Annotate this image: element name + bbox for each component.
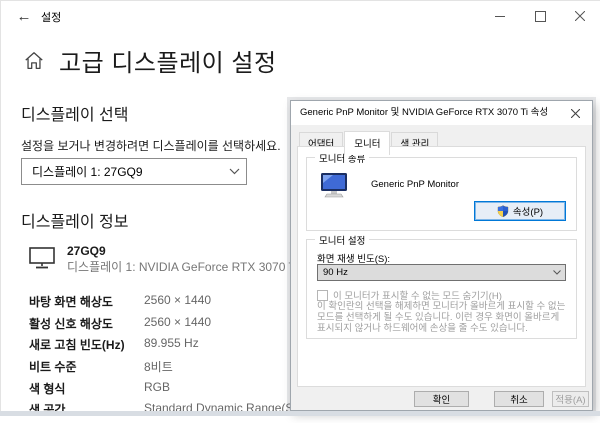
- ok-button[interactable]: 확인: [414, 391, 469, 407]
- minimize-button[interactable]: [480, 1, 520, 31]
- monitor-icon: [29, 247, 55, 269]
- settings-titlebar: ← 설정: [1, 1, 600, 31]
- row-label: 활성 신호 해상도: [29, 315, 144, 332]
- table-row: 활성 신호 해상도 2560 × 1440: [29, 315, 299, 337]
- row-value: 2560 × 1440: [144, 293, 211, 307]
- back-button[interactable]: ←: [11, 5, 37, 27]
- row-label: 비트 수준: [29, 358, 144, 375]
- display-info-table: 바탕 화면 해상도 2560 × 1440 활성 신호 해상도 2560 × 1…: [29, 293, 299, 423]
- dialog-title: Generic PnP Monitor 및 NVIDIA GeForce RTX…: [300, 101, 548, 125]
- chevron-down-icon: [549, 270, 565, 275]
- bottom-edge: [0, 411, 600, 416]
- page-header: 고급 디스플레이 설정: [23, 43, 277, 78]
- table-row: 비트 수준 8비트: [29, 358, 299, 380]
- monitor-model: 27GQ9: [67, 244, 323, 259]
- page-title: 고급 디스플레이 설정: [59, 43, 277, 78]
- dialog-button-row: 확인 취소 적용(A): [291, 391, 592, 407]
- hide-modes-checkbox-row: 이 모니터가 표시할 수 없는 모드 숨기기(H): [317, 288, 502, 302]
- monitor-summary: 27GQ9 디스플레이 1: NVIDIA GeForce RTX 3070 T…: [29, 244, 323, 275]
- table-row: 색 형식 RGB: [29, 380, 299, 402]
- apply-button: 적용(A): [552, 391, 589, 407]
- maximize-icon: [535, 11, 546, 22]
- monitor-connection: 디스플레이 1: NVIDIA GeForce RTX 3070 Ti에 연: [67, 259, 323, 275]
- window-controls: [480, 1, 600, 31]
- monitor-properties-dialog: Generic PnP Monitor 및 NVIDIA GeForce RTX…: [290, 100, 593, 411]
- hide-modes-description: 이 확인란의 선택을 해제하면 모니터가 올바르게 표시할 수 없는 모드를 선…: [317, 301, 566, 334]
- row-label: 색 형식: [29, 380, 144, 397]
- table-row: 새로 고침 빈도(Hz) 89.955 Hz: [29, 336, 299, 358]
- display-select-description: 설정을 보거나 변경하려면 디스플레이를 선택하세요.: [21, 137, 281, 154]
- display-info-heading: 디스플레이 정보: [21, 208, 129, 232]
- hide-modes-checkbox-label: 이 모니터가 표시할 수 없는 모드 숨기기(H): [333, 288, 502, 302]
- app-title: 설정: [41, 9, 61, 25]
- monitor-settings-group: 모니터 설정 화면 재생 빈도(S): 90 Hz 이 모니터가 표시할 수 없…: [306, 239, 577, 339]
- hide-modes-checkbox: [317, 290, 328, 301]
- display-select-dropdown[interactable]: 디스플레이 1: 27GQ9: [21, 158, 247, 185]
- monitor-type-group: 모니터 종류 Generic PnP Monitor 속성(P): [306, 157, 577, 231]
- refresh-rate-label: 화면 재생 빈도(S):: [317, 251, 390, 265]
- display-select-dropdown-value: 디스플레이 1: 27GQ9: [22, 163, 222, 180]
- row-label: 바탕 화면 해상도: [29, 293, 144, 310]
- monitor-settings-group-title: 모니터 설정: [315, 233, 369, 247]
- close-icon: [571, 109, 580, 118]
- refresh-rate-value: 90 Hz: [318, 267, 549, 278]
- monitor-tab-page: 모니터 종류 Generic PnP Monitor 속성(P): [297, 146, 586, 387]
- row-value: 8비트: [144, 358, 173, 375]
- row-label: 새로 고침 빈도(Hz): [29, 336, 144, 353]
- refresh-rate-dropdown[interactable]: 90 Hz: [317, 264, 566, 281]
- table-row: 바탕 화면 해상도 2560 × 1440: [29, 293, 299, 315]
- dialog-close-button[interactable]: [558, 101, 592, 125]
- close-icon: [575, 11, 585, 21]
- dialog-titlebar[interactable]: Generic PnP Monitor 및 NVIDIA GeForce RTX…: [291, 101, 592, 125]
- minimize-icon: [495, 11, 505, 21]
- properties-button-label: 속성(P): [513, 204, 543, 218]
- cancel-button[interactable]: 취소: [494, 391, 544, 407]
- row-value: 2560 × 1440: [144, 315, 211, 329]
- pnp-monitor-icon: [319, 171, 351, 199]
- display-select-heading: 디스플레이 선택: [21, 101, 129, 125]
- uac-shield-icon: [497, 205, 509, 217]
- chevron-down-icon: [222, 168, 246, 175]
- close-button[interactable]: [560, 1, 600, 31]
- tab-monitor[interactable]: 모니터: [344, 131, 390, 155]
- row-value: RGB: [144, 380, 170, 394]
- maximize-button[interactable]: [520, 1, 560, 31]
- pnp-monitor-name: Generic PnP Monitor: [371, 179, 459, 190]
- row-value: 89.955 Hz: [144, 336, 199, 350]
- home-icon: [23, 50, 45, 72]
- properties-button[interactable]: 속성(P): [474, 201, 566, 221]
